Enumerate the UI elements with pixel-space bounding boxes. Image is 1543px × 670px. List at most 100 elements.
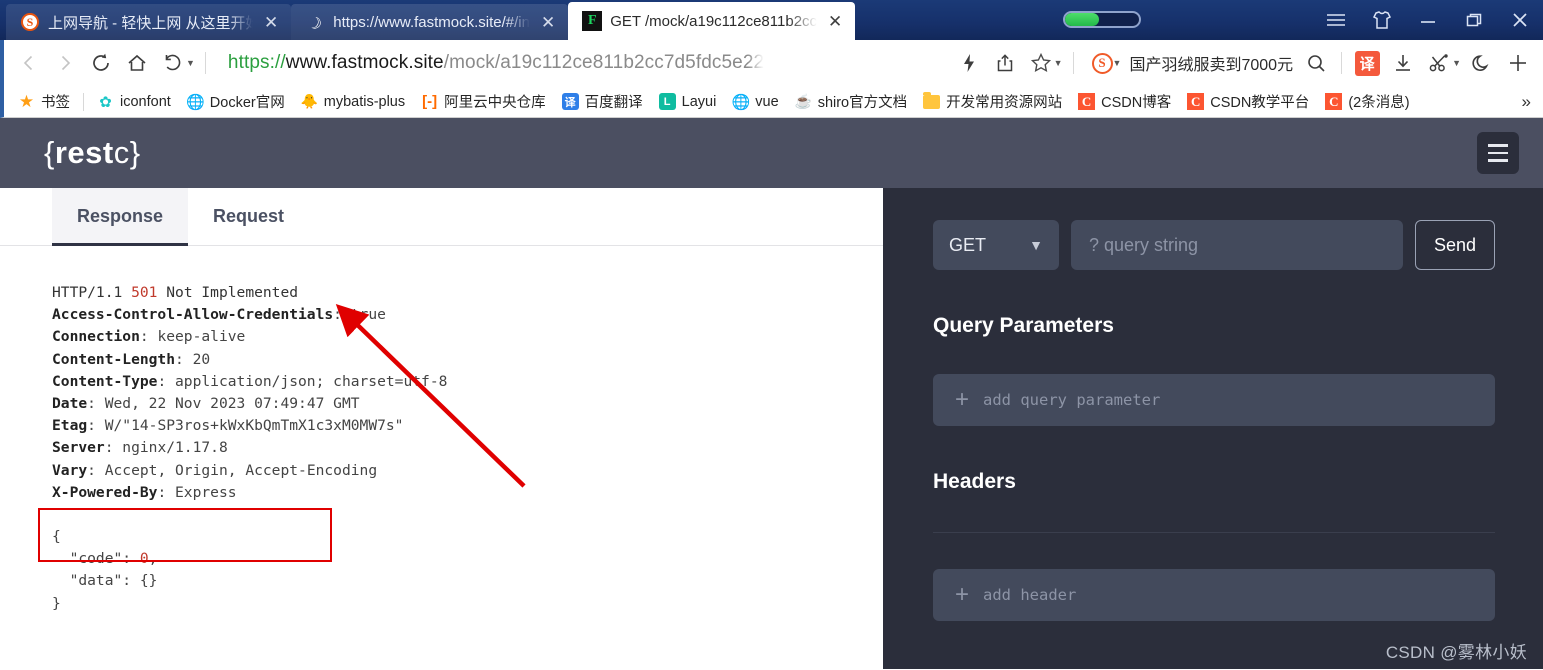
http-method-value: GET [949,234,987,255]
browser-tab-3-active[interactable]: F GET /mock/a19c112ce811b2cc ✕ [568,2,856,40]
forward-icon[interactable] [48,46,82,80]
logo-c: c [113,135,130,170]
add-header-button[interactable]: + add header [933,569,1495,621]
omnibox-dropdown-caret-icon[interactable]: ▼ [1054,58,1063,68]
moon-icon: ☾ [305,11,326,32]
status-text: Not Implemented [166,284,299,301]
add-query-parameter-button[interactable]: + add query parameter [933,374,1495,426]
bookmark-item-mybatis-plus[interactable]: 🐥 mybatis-plus [293,89,413,115]
history-icon[interactable] [156,46,190,80]
bookmark-item-iconfont[interactable]: ✿ iconfont [89,89,179,115]
header-name: X-Powered-By [52,483,158,501]
search-box[interactable]: S ▼ 国产羽绒服卖到7000元 [1082,51,1298,75]
response-header-row: Content-Type: application/json; charset=… [52,372,448,390]
bookmark-item-shiro[interactable]: ☕ shiro官方文档 [787,89,915,115]
star-icon: ★ [18,91,35,111]
bookmarks-overflow-icon[interactable]: » [1522,92,1537,112]
tab-response[interactable]: Response [52,188,189,246]
new-tab-icon[interactable] [1501,46,1535,80]
close-icon[interactable] [1497,0,1543,40]
browser-tab-1[interactable]: S 上网导航 - 轻快上网 从这里开始 ✕ [6,4,292,40]
bookmarks-bar: ★ 书签 ✿ iconfont 🌐 Docker官网 🐥 mybatis-plu… [0,86,1543,118]
bookmark-item-docker[interactable]: 🌐 Docker官网 [179,89,293,115]
download-icon[interactable] [1386,46,1420,80]
send-button[interactable]: Send [1415,220,1495,270]
url-path: /mock/a19c112ce811b2cc7d5fdc5e22 [443,52,765,73]
bookmark-item-csdn-edu[interactable]: C CSDN教学平台 [1179,89,1317,115]
bookmark-label: Docker官网 [209,95,285,111]
share-icon[interactable] [988,46,1022,80]
search-input[interactable]: 国产羽绒服卖到7000元 [1129,51,1293,75]
bookmark-item-aliyun[interactable]: [-] 阿里云中央仓库 [413,89,554,115]
header-value: Wed, 22 Nov 2023 07:49:47 GMT [104,395,360,413]
bird-icon: 🐥 [300,93,318,109]
night-mode-icon[interactable] [1465,46,1499,80]
bookmark-label: shiro官方文档 [817,95,908,111]
translate-badge: 译 [1354,50,1380,76]
bookmark-label: mybatis-plus [323,93,406,110]
query-parameters-title: Query Parameters [933,314,1114,337]
header-name: Vary [52,461,88,479]
search-engine-caret-icon[interactable]: ▼ [1113,58,1122,68]
lightning-icon[interactable] [952,46,986,80]
bookmark-item-dev-resources[interactable]: 开发常用资源网站 [915,89,1070,115]
skin-icon[interactable] [1359,0,1405,40]
header-name: Content-Length [52,350,176,368]
headers-title: Headers [933,470,1016,493]
header-value: application/json; charset=utf-8 [175,372,448,390]
bookmark-label: CSDN教学平台 [1210,95,1310,111]
tab-close-icon[interactable]: ✕ [261,14,281,31]
query-string-input[interactable]: ? query string [1071,220,1403,270]
reload-icon[interactable] [84,46,118,80]
hamburger-menu-button[interactable] [1477,132,1519,174]
chevron-down-icon: ▼ [1029,237,1043,253]
response-header-row: Server: nginx/1.17.8 [52,439,228,457]
bookmark-item-layui[interactable]: L Layui [651,89,725,115]
bookmark-label: 书签 [41,95,70,111]
search-icon[interactable] [1299,46,1333,80]
bookmark-label: Layui [681,93,717,110]
maximize-icon[interactable] [1451,0,1497,40]
bookmark-item-baidu-fanyi[interactable]: 译 百度翻译 [554,89,651,115]
logo-open-brace: { [44,135,55,170]
bookmark-label: CSDN博客 [1101,95,1172,111]
bookmark-item-shuqian[interactable]: ★ 书签 [10,89,78,115]
bookmark-item-csdn-messages[interactable]: C (2条消息) [1317,89,1417,115]
back-icon[interactable] [12,46,46,80]
search-engine-icon[interactable]: S [1091,52,1113,74]
toolbar-divider [204,52,206,74]
tab-close-icon[interactable]: ✕ [538,14,558,31]
browser-tab-2[interactable]: ☾ https://www.fastmock.site/#/in ✕ [291,4,569,40]
home-icon[interactable] [120,46,154,80]
app-logo[interactable]: {restc} [44,135,141,171]
menu-icon[interactable] [1313,0,1359,40]
tab-close-icon[interactable]: ✕ [825,13,845,30]
minimize-icon[interactable] [1405,0,1451,40]
translate-icon: 译 [561,93,579,110]
add-query-parameter-label: add query parameter [983,391,1161,409]
bookmark-label: 百度翻译 [584,95,643,111]
header-name: Access-Control-Allow-Credentials [52,306,334,324]
globe-icon: 🌐 [731,93,751,111]
history-dropdown-caret-icon[interactable]: ▼ [186,58,195,68]
globe-icon: 🌐 [185,93,205,111]
http-method-select[interactable]: GET ▼ [933,220,1059,270]
header-value: keep-alive [157,328,246,346]
response-header-row: Vary: Accept, Origin, Accept-Encoding [52,461,378,479]
response-header-row: X-Powered-By: Express [52,483,237,501]
tab-request[interactable]: Request [188,188,309,245]
logo-rest: rest [54,135,114,170]
bookmark-item-csdn-blog[interactable]: C CSDN博客 [1070,89,1179,115]
omnibox-actions: ▼ S ▼ 国产羽绒服卖到7000元 译 ▼ [952,46,1535,80]
logo-close-brace: } [129,135,141,170]
scissors-icon[interactable] [1422,46,1456,80]
bookmark-item-vue[interactable]: 🌐 vue [724,89,786,115]
scissors-dropdown-caret-icon[interactable]: ▼ [1452,58,1461,68]
layui-icon: L [658,93,676,110]
address-bar[interactable]: https://www.fastmock.site/mock/a19c112ce… [214,46,950,80]
add-header-label: add header [983,586,1077,604]
sogou-icon: S [20,12,40,32]
bookmark-star-icon[interactable] [1024,46,1058,80]
browser-toolbar: ▼ https://www.fastmock.site/mock/a19c112… [0,40,1543,86]
translate-icon[interactable]: 译 [1350,46,1384,80]
